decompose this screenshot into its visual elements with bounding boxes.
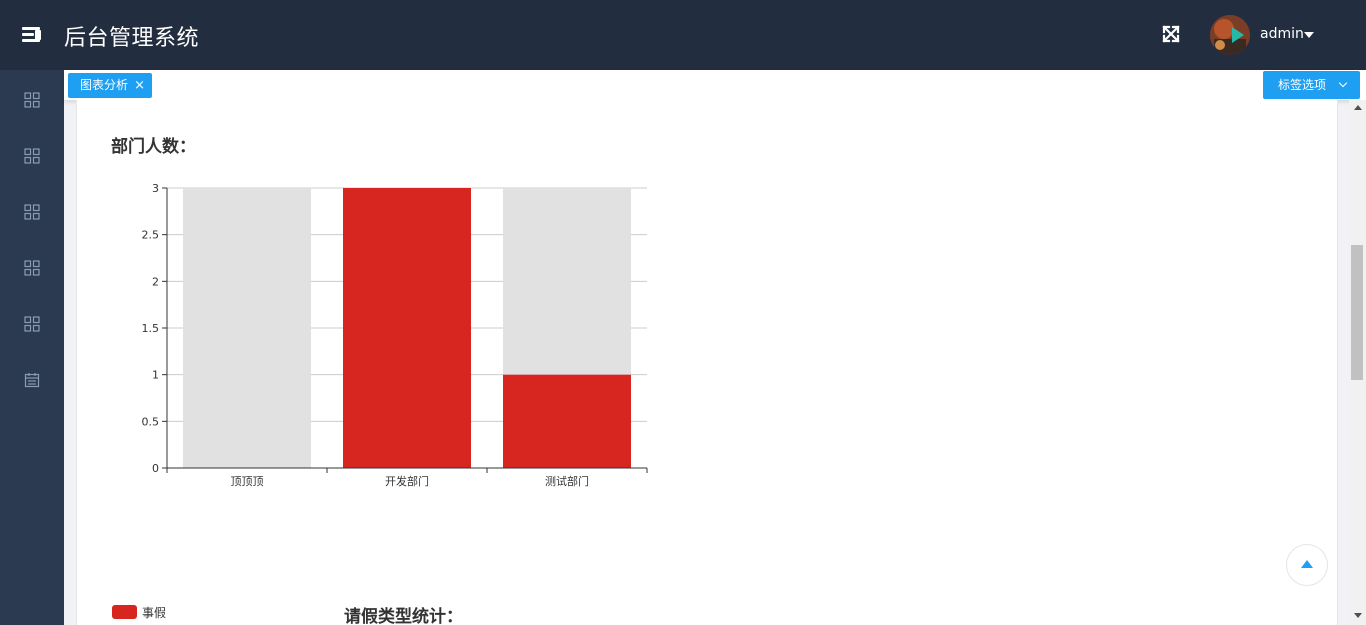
y-tick-label: 1: [152, 369, 159, 382]
sidebar-item-6[interactable]: [0, 352, 64, 408]
chevron-down-icon: [1338, 78, 1348, 88]
tab-options-label: 标签选项: [1278, 78, 1327, 92]
department-headcount-chart: 0 0.5 1 1.5 2 2.5 3 顶顶顶 开发部门 测试部门: [142, 182, 648, 488]
app-title: 后台管理系统: [64, 26, 200, 51]
sidebar-item-5[interactable]: [0, 296, 64, 352]
tab-options-button[interactable]: 标签选项: [1263, 71, 1360, 99]
sidebar-item-4[interactable]: [0, 240, 64, 296]
legend-swatch: [112, 605, 137, 619]
x-tick-label: 开发部门: [385, 474, 429, 488]
y-tick-label: 0.5: [142, 415, 160, 428]
tabs-bar: 图表分析 × 标签选项: [64, 70, 1366, 100]
grid-icon: [24, 204, 40, 220]
bar: [503, 374, 631, 468]
tab-chart-analysis[interactable]: 图表分析 ×: [68, 73, 153, 98]
y-tick-label: 2.5: [142, 229, 160, 242]
main-content: 部门人数： 0 0.5 1 1.5 2 2.5 3 顶顶顶 开发部门 测试部门 事假 请假类型统计…: [76, 100, 1338, 625]
page-scrollbar[interactable]: [1349, 100, 1366, 625]
y-tick-label: 2: [152, 275, 159, 288]
tab-label: 图表分析: [80, 78, 129, 92]
y-tick-label: 3: [152, 182, 159, 195]
sidebar: [0, 70, 64, 625]
fullscreen-icon[interactable]: [1160, 23, 1182, 45]
grid-icon: [24, 92, 40, 108]
back-to-top-button[interactable]: [1286, 544, 1328, 586]
x-tick-label: 测试部门: [545, 474, 589, 488]
bar-background: [183, 188, 311, 468]
grid-icon: [24, 148, 40, 164]
scroll-down-arrow-icon[interactable]: [1354, 613, 1362, 618]
bar: [343, 188, 471, 468]
user-avatar[interactable]: [1210, 15, 1250, 55]
calendar-icon: [24, 373, 40, 388]
x-tick-label: 顶顶顶: [231, 475, 264, 488]
menu-toggle-icon[interactable]: [22, 24, 42, 46]
section-title-leave-type-stats: 请假类型统计：: [344, 607, 463, 625]
scrollbar-thumb[interactable]: [1351, 245, 1363, 380]
grid-icon: [24, 260, 40, 276]
legend-label: 事假: [142, 606, 167, 620]
grid-icon: [24, 316, 40, 332]
tab-close-icon[interactable]: ×: [134, 73, 145, 98]
arrow-up-icon: [1301, 560, 1313, 568]
top-header: 后台管理系统 admin: [0, 0, 1366, 70]
sidebar-item-2[interactable]: [0, 128, 64, 184]
scroll-up-arrow-icon[interactable]: [1354, 105, 1362, 110]
y-tick-label: 1.5: [142, 322, 160, 335]
user-name[interactable]: admin: [1260, 26, 1304, 42]
sidebar-item-1[interactable]: [0, 72, 64, 128]
user-dropdown-caret-icon[interactable]: [1304, 32, 1314, 38]
y-tick-label: 0: [152, 462, 159, 475]
sidebar-item-3[interactable]: [0, 184, 64, 240]
